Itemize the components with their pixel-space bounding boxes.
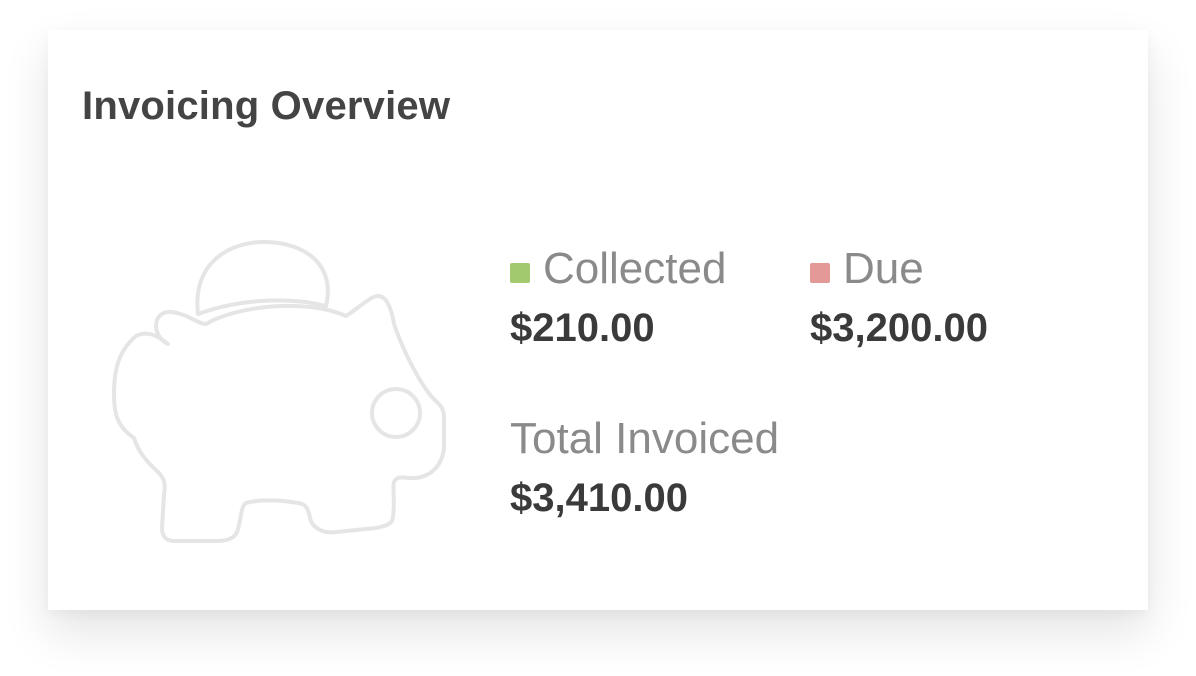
collected-legend-swatch — [510, 263, 530, 283]
collected-label: Collected — [543, 244, 727, 293]
total-invoiced-value: $3,410.00 — [510, 476, 688, 520]
due-legend-swatch — [810, 263, 830, 283]
piggy-bank-icon — [112, 240, 446, 543]
due-value: $3,200.00 — [810, 306, 988, 350]
total-invoiced-stat: Total Invoiced $3,410.00 — [510, 414, 779, 521]
due-stat: Due $3,200.00 — [810, 244, 988, 351]
due-label: Due — [843, 244, 924, 293]
collected-stat: Collected $210.00 — [510, 244, 726, 351]
total-invoiced-label: Total Invoiced — [510, 414, 780, 463]
collected-value: $210.00 — [510, 306, 655, 350]
card-title: Invoicing Overview — [82, 84, 451, 128]
invoicing-overview-card: Invoicing Overview Collected $210.00 Due… — [48, 30, 1148, 610]
